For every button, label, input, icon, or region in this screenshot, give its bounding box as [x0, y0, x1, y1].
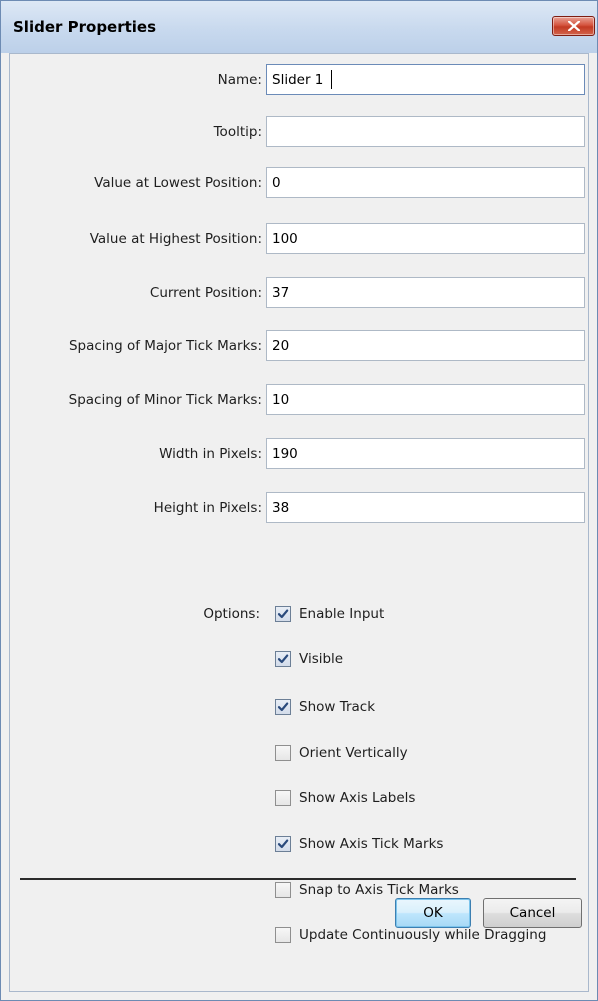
- close-button[interactable]: [552, 16, 595, 36]
- checkmark-icon: [277, 839, 289, 849]
- snap-to-axis-tick-marks-label: Snap to Axis Tick Marks: [299, 882, 459, 898]
- show-axis-tick-marks-label: Show Axis Tick Marks: [299, 836, 444, 852]
- tooltip-row: Tooltip:: [10, 116, 590, 148]
- width-pixels-row: Width in Pixels:: [10, 438, 590, 470]
- option-orient-vertically[interactable]: Orient Vertically: [275, 743, 585, 765]
- update-continuously-label: Update Continuously while Dragging: [299, 927, 547, 943]
- button-divider: [20, 878, 576, 880]
- value-lowest-label: Value at Lowest Position:: [94, 175, 262, 191]
- show-track-label: Show Track: [299, 699, 376, 715]
- value-lowest-row: Value at Lowest Position:: [10, 167, 590, 199]
- current-position-row: Current Position:: [10, 277, 590, 309]
- checkmark-icon: [277, 654, 289, 664]
- option-visible[interactable]: Visible: [275, 649, 585, 671]
- value-highest-label: Value at Highest Position:: [89, 231, 262, 247]
- tooltip-label: Tooltip:: [213, 124, 262, 140]
- checkmark-icon: [277, 609, 289, 619]
- show-axis-labels-checkbox[interactable]: [275, 790, 291, 806]
- orient-vertically-label: Orient Vertically: [299, 745, 408, 761]
- minor-tick-spacing-row: Spacing of Minor Tick Marks:: [10, 384, 590, 416]
- current-position-label: Current Position:: [149, 285, 262, 301]
- show-axis-labels-label: Show Axis Labels: [299, 790, 416, 806]
- height-pixels-input[interactable]: [266, 492, 585, 523]
- height-pixels-row: Height in Pixels:: [10, 492, 590, 524]
- height-pixels-label: Height in Pixels:: [153, 500, 262, 516]
- slider-properties-dialog: Slider Properties Name: Tooltip: Value a…: [0, 0, 598, 1001]
- ok-button[interactable]: OK: [395, 898, 471, 928]
- show-track-checkbox[interactable]: [275, 699, 291, 715]
- cancel-button[interactable]: Cancel: [483, 898, 582, 928]
- name-row: Name:: [10, 64, 590, 96]
- checkmark-icon: [277, 702, 289, 712]
- major-tick-spacing-label: Spacing of Major Tick Marks:: [68, 338, 262, 354]
- option-enable-input[interactable]: Enable Input: [275, 604, 585, 626]
- enable-input-label: Enable Input: [299, 606, 385, 622]
- dialog-title: Slider Properties: [13, 18, 157, 36]
- width-pixels-input[interactable]: [266, 438, 585, 469]
- show-axis-tick-marks-checkbox[interactable]: [275, 836, 291, 852]
- orient-vertically-checkbox[interactable]: [275, 745, 291, 761]
- major-tick-spacing-input[interactable]: [266, 330, 585, 361]
- value-highest-input[interactable]: [266, 223, 585, 254]
- snap-to-axis-tick-marks-checkbox[interactable]: [275, 882, 291, 898]
- dialog-body: Name: Tooltip: Value at Lowest Position:…: [9, 53, 589, 992]
- value-lowest-input[interactable]: [266, 167, 585, 198]
- update-continuously-checkbox[interactable]: [275, 927, 291, 943]
- width-pixels-label: Width in Pixels:: [159, 446, 262, 462]
- option-update-continuously[interactable]: Update Continuously while Dragging: [275, 925, 585, 947]
- text-caret: [331, 70, 332, 89]
- close-icon: [568, 21, 580, 31]
- minor-tick-spacing-label: Spacing of Minor Tick Marks:: [68, 392, 262, 408]
- options-label: Options:: [203, 606, 260, 622]
- option-show-track[interactable]: Show Track: [275, 697, 585, 719]
- visible-checkbox[interactable]: [275, 651, 291, 667]
- name-input[interactable]: [266, 64, 585, 95]
- visible-label: Visible: [299, 651, 344, 667]
- current-position-input[interactable]: [266, 277, 585, 308]
- tooltip-input[interactable]: [266, 116, 585, 147]
- minor-tick-spacing-input[interactable]: [266, 384, 585, 415]
- value-highest-row: Value at Highest Position:: [10, 223, 590, 255]
- enable-input-checkbox[interactable]: [275, 606, 291, 622]
- option-show-axis-labels[interactable]: Show Axis Labels: [275, 788, 585, 810]
- option-show-axis-tick-marks[interactable]: Show Axis Tick Marks: [275, 834, 585, 856]
- title-bar[interactable]: Slider Properties: [1, 1, 597, 53]
- name-label: Name:: [217, 72, 262, 88]
- major-tick-spacing-row: Spacing of Major Tick Marks:: [10, 330, 590, 362]
